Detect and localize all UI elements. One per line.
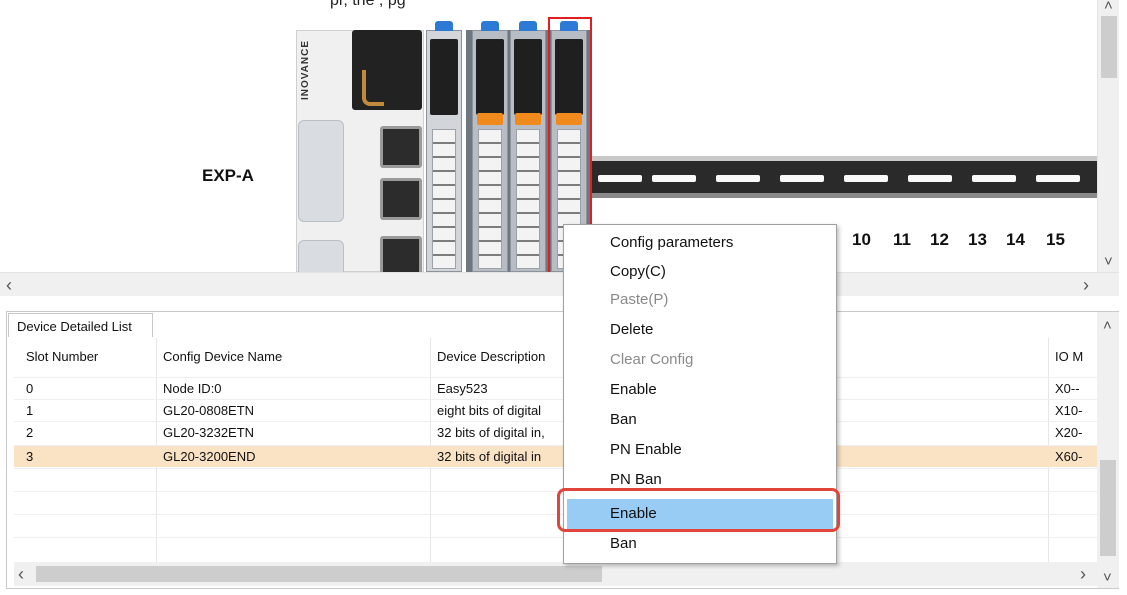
din-rail [592, 156, 1097, 198]
plc-cover-panel [298, 120, 344, 222]
canvas-horizontal-scrollbar[interactable]: ‹ › [0, 272, 1119, 296]
menu-item-pn-enable[interactable]: PN Enable [610, 441, 682, 458]
list-vertical-thumb[interactable] [1100, 460, 1116, 556]
cell-slot: 2 [26, 425, 34, 440]
cell-slot: 1 [26, 403, 34, 418]
slot-number-15: 15 [1046, 230, 1065, 249]
scroll-right-icon[interactable]: › [1080, 565, 1086, 583]
cell-io: X10- [1055, 403, 1083, 418]
canvas-vertical-scrollbar[interactable]: ˄ ˅ [1097, 0, 1119, 272]
io-module-slot-1[interactable] [472, 21, 508, 272]
scroll-up-icon[interactable]: ˄ [1103, 318, 1112, 333]
cell-description: 32 bits of digital in, [437, 425, 545, 440]
cell-io: X60- [1055, 449, 1083, 464]
cell-io: X0-- [1055, 381, 1080, 396]
cell-description: 32 bits of digital in [437, 449, 542, 464]
menu-item-paste[interactable]: Paste(P) [610, 291, 668, 308]
cell-slot: 3 [26, 449, 34, 464]
column-header-device-description[interactable]: Device Description [437, 349, 545, 364]
io-module-slot-0[interactable] [426, 21, 462, 272]
brand-logo: INOVANCE [300, 40, 311, 101]
menu-item-copy[interactable]: Copy(C) [610, 263, 666, 280]
ethernet-port-3-icon [380, 236, 422, 272]
table-row-empty[interactable] [14, 537, 1097, 559]
plc-cable [362, 70, 384, 106]
table-row-empty[interactable] [14, 468, 1097, 490]
cell-name: Node ID:0 [163, 381, 222, 396]
expansion-label: EXP-A [202, 166, 254, 185]
ethernet-port-1-icon [380, 126, 422, 168]
menu-item-clear-config[interactable]: Clear Config [610, 351, 693, 368]
scroll-down-icon[interactable]: ˅ [1104, 254, 1113, 269]
scroll-right-icon[interactable]: › [1083, 276, 1089, 294]
column-header-io-mapping[interactable]: IO M [1055, 349, 1097, 364]
table-row-empty[interactable] [14, 491, 1097, 513]
list-vertical-scrollbar[interactable]: ˄ ˅ [1097, 312, 1119, 588]
table-row-selected[interactable]: 3 GL20-3200END 32 bits of digital in X60… [14, 445, 1097, 467]
list-horizontal-thumb[interactable] [36, 566, 602, 582]
table-row[interactable]: 2 GL20-3232ETN 32 bits of digital in, X2… [14, 421, 1097, 443]
ethernet-port-2-icon [380, 178, 422, 220]
io-module-slot-2[interactable] [510, 21, 546, 272]
cell-name: GL20-0808ETN [163, 403, 255, 418]
menu-item-delete[interactable]: Delete [610, 321, 653, 338]
canvas-vertical-thumb[interactable] [1101, 16, 1117, 78]
menu-item-enable[interactable]: Enable [610, 381, 657, 398]
cell-io: X20- [1055, 425, 1083, 440]
scroll-left-icon[interactable]: ‹ [6, 276, 12, 294]
cell-name: GL20-3200END [163, 449, 256, 464]
menu-item-ban-second[interactable]: Ban [610, 535, 637, 552]
slot-number-12: 12 [930, 230, 949, 249]
slot-number-11: 11 [893, 230, 911, 249]
table-row[interactable]: 1 GL20-0808ETN eight bits of digital X10… [14, 399, 1097, 421]
scroll-down-icon[interactable]: ˅ [1103, 570, 1112, 585]
caption-fragment: pr, the , pg [330, 0, 406, 9]
menu-item-pn-ban[interactable]: PN Ban [610, 471, 662, 485]
table-row-empty[interactable] [14, 514, 1097, 536]
list-horizontal-scrollbar[interactable]: ‹ › [14, 562, 1097, 586]
hardware-config-canvas[interactable]: EXP-A 10 11 12 13 14 15 INOVANCE [0, 0, 1097, 272]
slot-number-13: 13 [968, 230, 987, 249]
cell-slot: 0 [26, 381, 34, 396]
cell-name: GL20-3232ETN [163, 425, 255, 440]
plc-cover-panel-lower [298, 240, 344, 272]
scroll-up-icon[interactable]: ˄ [1104, 0, 1113, 13]
menu-item-config-parameters[interactable]: Config parameters [610, 234, 733, 251]
menu-item-ban[interactable]: Ban [610, 411, 637, 428]
cell-description: eight bits of digital [437, 403, 542, 418]
slot-number-10: 10 [852, 230, 871, 249]
column-header-slot-number[interactable]: Slot Number [26, 349, 98, 364]
table-row[interactable]: 0 Node ID:0 Easy523 X0-- [14, 377, 1097, 399]
column-header-config-device-name[interactable]: Config Device Name [163, 349, 282, 364]
highlight-callout-box [557, 488, 840, 532]
slot-number-14: 14 [1006, 230, 1025, 249]
cell-description: Easy523 [437, 381, 488, 396]
scroll-left-icon[interactable]: ‹ [18, 565, 24, 583]
tab-device-detailed-list[interactable]: Device Detailed List [8, 313, 153, 337]
